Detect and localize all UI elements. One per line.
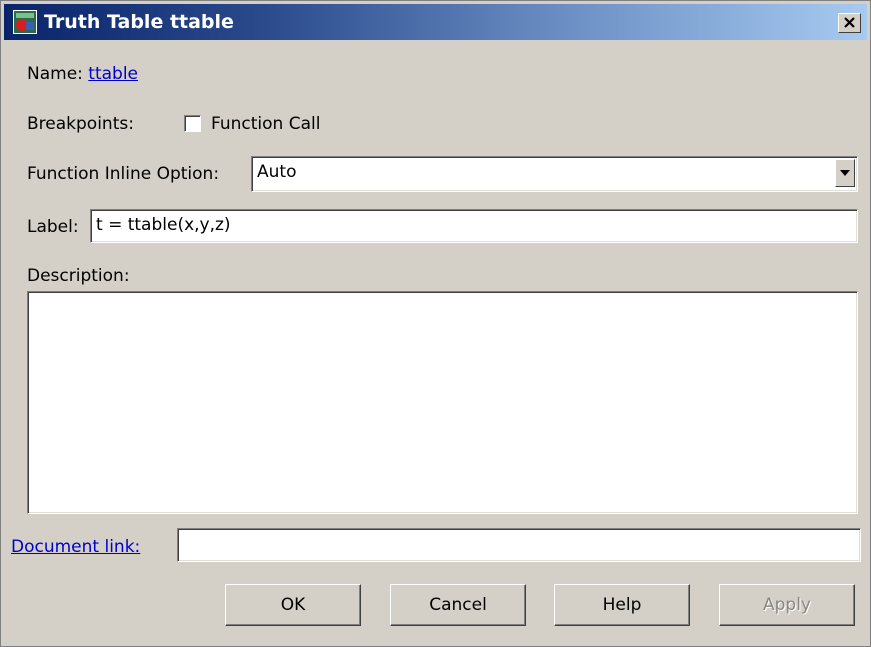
description-textarea[interactable] [27, 291, 858, 514]
function-inline-option-label: Function Inline Option: [27, 164, 220, 184]
document-link-input[interactable] [177, 528, 861, 562]
description-label: Description: [27, 266, 130, 286]
dropdown-button[interactable] [835, 159, 855, 187]
function-inline-option-select[interactable]: Auto [251, 156, 858, 192]
function-inline-option-value: Auto [257, 162, 297, 182]
block-name-link[interactable]: ttable [88, 64, 138, 84]
help-button[interactable]: Help [554, 584, 690, 626]
document-link-label[interactable]: Document link: [11, 536, 140, 558]
cancel-button[interactable]: Cancel [390, 584, 526, 626]
name-row: Name: ttable [27, 63, 138, 85]
apply-button[interactable]: Apply [719, 584, 855, 626]
chevron-down-icon [840, 170, 850, 176]
label-field-label: Label: [27, 217, 79, 237]
stateflow-truth-table-icon [13, 10, 37, 34]
label-input[interactable]: t = ttable(x,y,z) [90, 209, 858, 243]
function-call-label[interactable]: Function Call [211, 113, 320, 135]
function-call-checkbox[interactable] [184, 115, 201, 132]
title-bar[interactable]: Truth Table ttable [4, 4, 867, 40]
label-input-value: t = ttable(x,y,z) [96, 215, 231, 235]
ok-button[interactable]: OK [225, 584, 361, 626]
window-title: Truth Table ttable [44, 11, 234, 33]
breakpoints-label: Breakpoints: [27, 114, 134, 134]
close-button[interactable] [838, 13, 861, 33]
close-icon [844, 17, 855, 28]
name-label: Name: [27, 64, 83, 84]
truth-table-dialog: Truth Table ttable Name: ttable Breakpoi… [0, 0, 871, 647]
